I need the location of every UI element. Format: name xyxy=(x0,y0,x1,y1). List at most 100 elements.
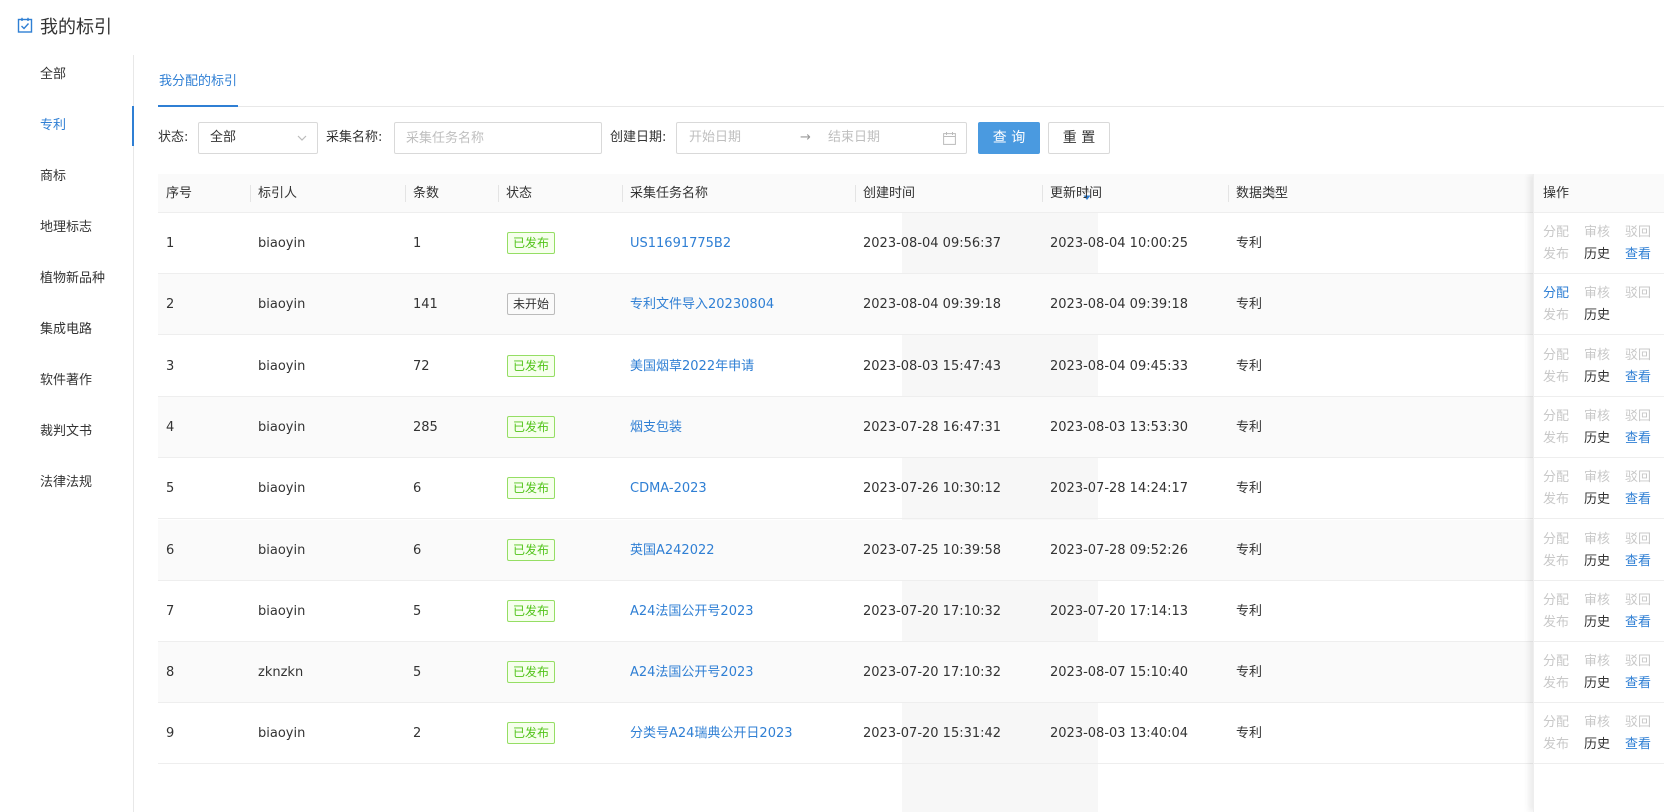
ops-cell: 分配 审核 驳回发布 历史 查看 xyxy=(1534,458,1664,520)
date-range-picker[interactable]: 开始日期 → 结束日期 xyxy=(676,122,967,154)
history-button[interactable]: 历史 xyxy=(1584,430,1610,448)
view-button[interactable]: 查看 xyxy=(1625,675,1651,693)
cell-no: 9 xyxy=(166,726,175,742)
assign-button[interactable]: 分配 xyxy=(1543,592,1569,610)
status-select[interactable]: 全部 xyxy=(198,122,318,154)
reject-button[interactable]: 驳回 xyxy=(1625,714,1651,732)
review-button[interactable]: 审核 xyxy=(1584,592,1610,610)
review-button[interactable]: 审核 xyxy=(1584,531,1610,549)
sidebar-item[interactable]: 裁判文书 xyxy=(0,412,134,452)
history-button[interactable]: 历史 xyxy=(1584,369,1610,387)
publish-button[interactable]: 发布 xyxy=(1543,553,1569,571)
cell-updated: 2023-08-03 13:40:04 xyxy=(1050,726,1189,742)
history-button[interactable]: 历史 xyxy=(1584,553,1610,571)
cell-updated: 2023-07-28 09:52:26 xyxy=(1050,542,1189,558)
cell-user: biaoyin xyxy=(258,297,306,313)
cell-task[interactable]: US11691775B2 xyxy=(622,213,731,274)
sidebar-item[interactable]: 植物新品种 xyxy=(0,259,134,299)
reject-button[interactable]: 驳回 xyxy=(1625,469,1651,487)
cell-count: 5 xyxy=(413,603,422,619)
assign-button[interactable]: 分配 xyxy=(1543,347,1569,365)
publish-button[interactable]: 发布 xyxy=(1543,491,1569,509)
review-button[interactable]: 审核 xyxy=(1584,653,1610,671)
cell-created: 2023-08-03 15:47:43 xyxy=(863,358,1002,374)
reject-button[interactable]: 驳回 xyxy=(1625,347,1651,365)
reject-button[interactable]: 驳回 xyxy=(1625,592,1651,610)
query-button[interactable]: 查 询 xyxy=(978,122,1040,154)
cell-task[interactable]: 专利文件导入20230804 xyxy=(622,274,774,335)
view-button[interactable]: 查看 xyxy=(1625,369,1651,387)
review-button[interactable]: 审核 xyxy=(1584,408,1610,426)
reject-button[interactable]: 驳回 xyxy=(1625,224,1651,242)
view-button[interactable]: 查看 xyxy=(1625,736,1651,754)
cell-task[interactable]: 分类号A24瑞典公开日2023 xyxy=(622,703,793,764)
publish-button[interactable]: 发布 xyxy=(1543,675,1569,693)
sidebar-item[interactable]: 专利 xyxy=(0,106,134,146)
status-badge: 已发布 xyxy=(507,661,556,684)
sidebar-item[interactable]: 集成电路 xyxy=(0,310,134,350)
review-button[interactable]: 审核 xyxy=(1584,224,1610,242)
assign-button[interactable]: 分配 xyxy=(1543,469,1569,487)
view-button[interactable]: 查看 xyxy=(1625,246,1651,264)
status-select-value: 全部 xyxy=(210,130,237,145)
col-header-created[interactable]: 创建时间 xyxy=(855,174,915,213)
sidebar-item[interactable]: 商标 xyxy=(0,157,134,197)
history-button[interactable]: 历史 xyxy=(1584,307,1610,325)
publish-button[interactable]: 发布 xyxy=(1543,307,1569,325)
cell-task[interactable]: CDMA-2023 xyxy=(622,458,707,519)
publish-button[interactable]: 发布 xyxy=(1543,246,1569,264)
history-button[interactable]: 历史 xyxy=(1584,736,1610,754)
cell-created: 2023-07-26 10:30:12 xyxy=(863,481,1002,497)
col-header-updated[interactable]: 更新时间 xyxy=(1042,174,1102,213)
publish-button[interactable]: 发布 xyxy=(1543,430,1569,448)
reject-button[interactable]: 驳回 xyxy=(1625,285,1651,303)
cell-type: 专利 xyxy=(1236,358,1263,374)
assign-button[interactable]: 分配 xyxy=(1543,653,1569,671)
start-date-input[interactable]: 开始日期 xyxy=(689,123,741,153)
history-button[interactable]: 历史 xyxy=(1584,491,1610,509)
review-button[interactable]: 审核 xyxy=(1584,285,1610,303)
cell-task[interactable]: A24法国公开号2023 xyxy=(622,581,754,642)
cell-task[interactable]: 烟支包装 xyxy=(622,397,682,458)
sidebar-item[interactable]: 全部 xyxy=(0,55,134,95)
sidebar-item[interactable]: 法律法规 xyxy=(0,463,134,503)
history-button[interactable]: 历史 xyxy=(1584,246,1610,264)
reject-button[interactable]: 驳回 xyxy=(1625,408,1651,426)
tab-my-assigned[interactable]: 我分配的标引 xyxy=(158,60,239,107)
cell-task[interactable]: 英国A242022 xyxy=(622,520,715,581)
view-button[interactable]: 查看 xyxy=(1625,553,1651,571)
cell-user: biaoyin xyxy=(258,358,306,374)
review-button[interactable]: 审核 xyxy=(1584,469,1610,487)
publish-button[interactable]: 发布 xyxy=(1543,614,1569,632)
reject-button[interactable]: 驳回 xyxy=(1625,653,1651,671)
view-button[interactable]: 查看 xyxy=(1625,430,1651,448)
task-name-input[interactable] xyxy=(394,122,602,154)
view-button[interactable]: 查看 xyxy=(1625,491,1651,509)
sidebar-item[interactable]: 软件著作 xyxy=(0,361,134,401)
assign-button[interactable]: 分配 xyxy=(1543,224,1569,242)
cell-task[interactable]: 美国烟草2022年申请 xyxy=(622,336,754,397)
publish-button[interactable]: 发布 xyxy=(1543,736,1569,754)
assign-button[interactable]: 分配 xyxy=(1543,285,1569,303)
ops-cell: 分配 审核 驳回发布 历史 查看 xyxy=(1534,213,1664,274)
publish-button[interactable]: 发布 xyxy=(1543,369,1569,387)
cell-updated: 2023-08-04 10:00:25 xyxy=(1050,236,1189,251)
assign-button[interactable]: 分配 xyxy=(1543,531,1569,549)
table-row: 4 biaoyin 285 烟支包装 2023-07-28 16:47:31 2023-0… xyxy=(158,396,1664,458)
status-badge: 已发布 xyxy=(507,415,556,438)
cell-count: 1 xyxy=(413,236,422,251)
end-date-input[interactable]: 结束日期 xyxy=(828,123,880,153)
review-button[interactable]: 审核 xyxy=(1584,714,1610,732)
sidebar-item[interactable]: 地理标志 xyxy=(0,208,134,248)
reset-button[interactable]: 重 置 xyxy=(1048,122,1110,154)
assign-button[interactable]: 分配 xyxy=(1543,714,1569,732)
cell-task[interactable]: A24法国公开号2023 xyxy=(622,642,754,703)
history-button[interactable]: 历史 xyxy=(1584,675,1610,693)
cell-created: 2023-07-28 16:47:31 xyxy=(863,419,1002,435)
reject-button[interactable]: 驳回 xyxy=(1625,531,1651,549)
view-button[interactable]: 查看 xyxy=(1625,614,1651,632)
assign-button[interactable]: 分配 xyxy=(1543,408,1569,426)
cell-no: 2 xyxy=(166,297,175,313)
review-button[interactable]: 审核 xyxy=(1584,347,1610,365)
history-button[interactable]: 历史 xyxy=(1584,614,1610,632)
